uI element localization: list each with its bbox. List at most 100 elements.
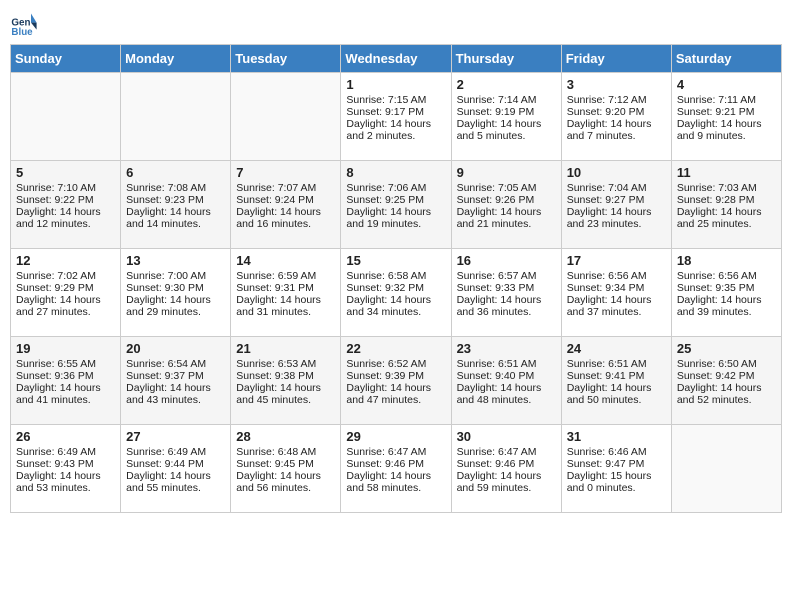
calendar-cell xyxy=(671,425,781,513)
calendar-cell: 21Sunrise: 6:53 AMSunset: 9:38 PMDayligh… xyxy=(231,337,341,425)
day-info: Sunset: 9:24 PM xyxy=(236,194,335,206)
calendar-cell: 23Sunrise: 6:51 AMSunset: 9:40 PMDayligh… xyxy=(451,337,561,425)
calendar-cell: 19Sunrise: 6:55 AMSunset: 9:36 PMDayligh… xyxy=(11,337,121,425)
day-info: Daylight: 14 hours and 39 minutes. xyxy=(677,294,776,318)
day-number: 29 xyxy=(346,429,445,444)
calendar-cell: 24Sunrise: 6:51 AMSunset: 9:41 PMDayligh… xyxy=(561,337,671,425)
day-info: Sunrise: 6:52 AM xyxy=(346,358,445,370)
day-info: Sunrise: 7:06 AM xyxy=(346,182,445,194)
day-info: Sunset: 9:47 PM xyxy=(567,458,666,470)
day-info: Sunset: 9:41 PM xyxy=(567,370,666,382)
day-number: 6 xyxy=(126,165,225,180)
day-number: 13 xyxy=(126,253,225,268)
day-number: 24 xyxy=(567,341,666,356)
calendar-cell: 3Sunrise: 7:12 AMSunset: 9:20 PMDaylight… xyxy=(561,73,671,161)
calendar-cell: 27Sunrise: 6:49 AMSunset: 9:44 PMDayligh… xyxy=(121,425,231,513)
day-number: 18 xyxy=(677,253,776,268)
calendar-cell: 13Sunrise: 7:00 AMSunset: 9:30 PMDayligh… xyxy=(121,249,231,337)
day-info: Sunrise: 6:53 AM xyxy=(236,358,335,370)
calendar-cell: 20Sunrise: 6:54 AMSunset: 9:37 PMDayligh… xyxy=(121,337,231,425)
calendar-cell: 29Sunrise: 6:47 AMSunset: 9:46 PMDayligh… xyxy=(341,425,451,513)
day-info: Sunrise: 7:11 AM xyxy=(677,94,776,106)
day-info: Sunrise: 6:47 AM xyxy=(457,446,556,458)
day-number: 25 xyxy=(677,341,776,356)
day-info: Sunset: 9:20 PM xyxy=(567,106,666,118)
day-info: Daylight: 14 hours and 47 minutes. xyxy=(346,382,445,406)
day-info: Sunset: 9:30 PM xyxy=(126,282,225,294)
calendar-cell: 15Sunrise: 6:58 AMSunset: 9:32 PMDayligh… xyxy=(341,249,451,337)
day-info: Daylight: 14 hours and 27 minutes. xyxy=(16,294,115,318)
day-info: Sunset: 9:42 PM xyxy=(677,370,776,382)
day-info: Daylight: 14 hours and 9 minutes. xyxy=(677,118,776,142)
day-number: 30 xyxy=(457,429,556,444)
day-info: Sunrise: 6:51 AM xyxy=(457,358,556,370)
day-info: Sunrise: 7:07 AM xyxy=(236,182,335,194)
calendar-cell: 10 Sunrise: 7:04 AMSunset: 9:27 PMDayligh… xyxy=(561,161,671,249)
day-info: Daylight: 14 hours and 5 minutes. xyxy=(457,118,556,142)
day-info: Daylight: 14 hours and 53 minutes. xyxy=(16,470,115,494)
day-info: Sunset: 9:44 PM xyxy=(126,458,225,470)
day-info: Sunrise: 6:51 AM xyxy=(567,358,666,370)
day-info: Sunrise: 7:08 AM xyxy=(126,182,225,194)
day-info: Daylight: 14 hours and 7 minutes. xyxy=(567,118,666,142)
day-info: Daylight: 14 hours and 41 minutes. xyxy=(16,382,115,406)
day-number: 2 xyxy=(457,77,556,92)
day-info: Sunrise: 7:15 AM xyxy=(346,94,445,106)
day-number: 11 xyxy=(677,165,776,180)
day-info: Sunrise: 7:04 AM xyxy=(567,182,666,194)
day-info: Daylight: 14 hours and 25 minutes. xyxy=(677,206,776,230)
calendar-cell: 9Sunrise: 7:05 AMSunset: 9:26 PMDaylight… xyxy=(451,161,561,249)
day-number: 28 xyxy=(236,429,335,444)
calendar-cell: 16Sunrise: 6:57 AMSunset: 9:33 PMDayligh… xyxy=(451,249,561,337)
calendar-cell: 26Sunrise: 6:49 AMSunset: 9:43 PMDayligh… xyxy=(11,425,121,513)
day-info: Daylight: 14 hours and 55 minutes. xyxy=(126,470,225,494)
day-info: Sunset: 9:28 PM xyxy=(677,194,776,206)
day-number: 8 xyxy=(346,165,445,180)
day-header-monday: Monday xyxy=(121,45,231,73)
day-info: Daylight: 14 hours and 37 minutes. xyxy=(567,294,666,318)
day-info: Sunrise: 7:02 AM xyxy=(16,270,115,282)
day-info: Daylight: 14 hours and 34 minutes. xyxy=(346,294,445,318)
day-info: Sunrise: 7:10 AM xyxy=(16,182,115,194)
day-number: 20 xyxy=(126,341,225,356)
day-info: Sunrise: 6:50 AM xyxy=(677,358,776,370)
calendar-cell: 5Sunrise: 7:10 AMSunset: 9:22 PMDaylight… xyxy=(11,161,121,249)
day-info: Daylight: 14 hours and 23 minutes. xyxy=(567,206,666,230)
day-info: Sunset: 9:43 PM xyxy=(16,458,115,470)
day-info: Sunset: 9:34 PM xyxy=(567,282,666,294)
page-header: Gen Blue xyxy=(10,10,782,38)
day-info: Daylight: 14 hours and 36 minutes. xyxy=(457,294,556,318)
calendar-cell: 18Sunrise: 6:56 AMSunset: 9:35 PMDayligh… xyxy=(671,249,781,337)
day-number: 3 xyxy=(567,77,666,92)
day-info: Sunset: 9:19 PM xyxy=(457,106,556,118)
day-info: Daylight: 14 hours and 2 minutes. xyxy=(346,118,445,142)
day-info: Sunset: 9:29 PM xyxy=(16,282,115,294)
day-header-thursday: Thursday xyxy=(451,45,561,73)
day-info: Sunset: 9:27 PM xyxy=(567,194,666,206)
day-header-sunday: Sunday xyxy=(11,45,121,73)
day-info: Daylight: 14 hours and 56 minutes. xyxy=(236,470,335,494)
day-info: Sunset: 9:25 PM xyxy=(346,194,445,206)
day-number: 27 xyxy=(126,429,225,444)
calendar-cell: 25Sunrise: 6:50 AMSunset: 9:42 PMDayligh… xyxy=(671,337,781,425)
day-info: Sunrise: 7:03 AM xyxy=(677,182,776,194)
calendar-table: SundayMondayTuesdayWednesdayThursdayFrid… xyxy=(10,44,782,513)
day-info: Daylight: 14 hours and 16 minutes. xyxy=(236,206,335,230)
day-info: Daylight: 14 hours and 14 minutes. xyxy=(126,206,225,230)
calendar-cell xyxy=(121,73,231,161)
day-info: Daylight: 15 hours and 0 minutes. xyxy=(567,470,666,494)
day-number: 19 xyxy=(16,341,115,356)
day-info: Sunset: 9:46 PM xyxy=(457,458,556,470)
day-info: Sunrise: 6:46 AM xyxy=(567,446,666,458)
logo: Gen Blue xyxy=(10,10,40,38)
day-info: Sunrise: 6:49 AM xyxy=(16,446,115,458)
day-info: Sunrise: 7:05 AM xyxy=(457,182,556,194)
calendar-cell: 8Sunrise: 7:06 AMSunset: 9:25 PMDaylight… xyxy=(341,161,451,249)
day-info: Sunset: 9:31 PM xyxy=(236,282,335,294)
day-info: Sunset: 9:40 PM xyxy=(457,370,556,382)
day-info: Sunrise: 6:48 AM xyxy=(236,446,335,458)
day-info: Sunset: 9:36 PM xyxy=(16,370,115,382)
day-info: Sunrise: 7:00 AM xyxy=(126,270,225,282)
day-number: 10 xyxy=(567,165,666,180)
calendar-cell: 4Sunrise: 7:11 AMSunset: 9:21 PMDaylight… xyxy=(671,73,781,161)
